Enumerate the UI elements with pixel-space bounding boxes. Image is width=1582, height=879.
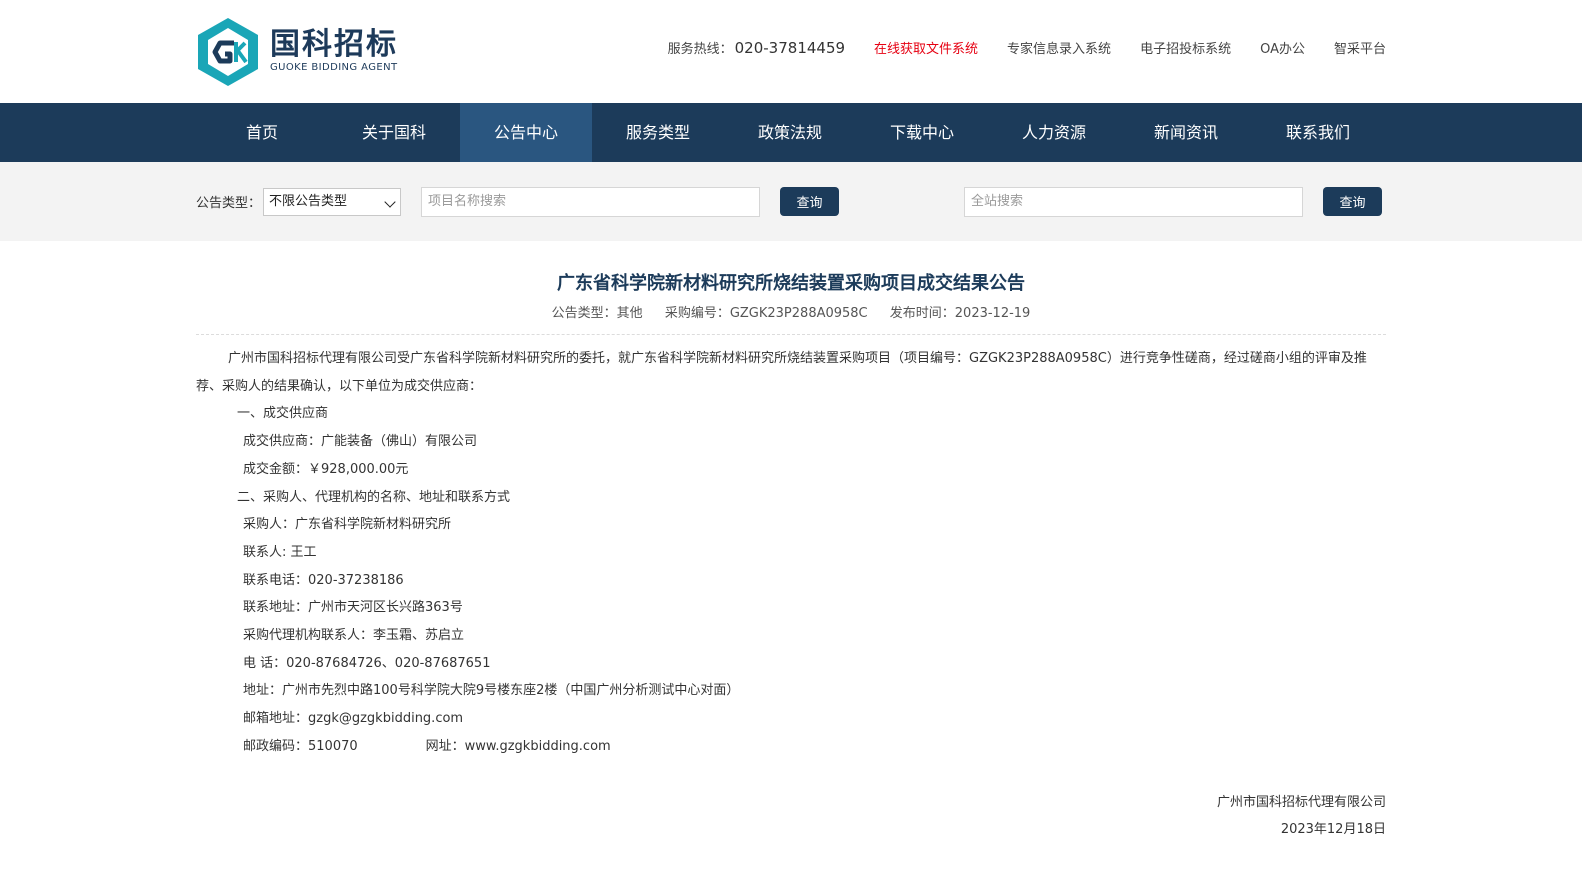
amount-line: 成交金额：￥928,000.00元 (243, 461, 409, 477)
supplier-line: 成交供应商：广能装备（佛山）有限公司 (243, 434, 478, 450)
search-bar: 公告类型： 不限公告类型 查询 查询 (0, 162, 1582, 241)
postcode-website-line: 邮政编码：510070 网址：www.gzgkbidding.com (196, 733, 1386, 761)
nav-item-policies[interactable]: 政策法规 (724, 103, 856, 162)
logo-chinese-name: 国科招标 (270, 26, 398, 62)
nav-item-about[interactable]: 关于国科 (328, 103, 460, 162)
purchaser-line: 采购人：广东省科学院新材料研究所 (243, 517, 452, 533)
website: 网址：www.gzgkbidding.com (425, 738, 611, 754)
hotline-label: 服务热线： (667, 42, 733, 57)
agent-contact-line: 采购代理机构联系人：李玉霜、苏启立 (243, 628, 465, 644)
nav-item-announcements[interactable]: 公告中心 (460, 103, 592, 162)
agent-phone-line: 电 话：020-87684726、020-87687651 (243, 655, 491, 671)
link-expert-registration[interactable]: 专家信息录入系统 (1007, 38, 1111, 57)
site-query-button[interactable]: 查询 (1323, 187, 1383, 216)
contact-phone-line: 联系电话：020-37238186 (243, 572, 404, 588)
section-heading-supplier: 一、成交供应商 (237, 406, 329, 422)
article-body: 广州市国科招标代理有限公司受广东省科学院新材料研究所的委托，就广东省科学院新材料… (196, 345, 1386, 761)
announcement-type-value: 不限公告类型 (269, 193, 348, 209)
guoke-logo-icon (198, 17, 258, 86)
intro-paragraph: 广州市国科招标代理有限公司受广东省科学院新材料研究所的委托，就广东省科学院新材料… (196, 351, 1367, 394)
postcode: 邮政编码：510070 (243, 738, 358, 754)
meta-date: 发布时间：2023-12-19 (889, 306, 1031, 321)
sign-date: 2023年12月18日 (1280, 822, 1386, 838)
site-header: 国科招标 GUOKE BIDDING AGENT 服务热线： 020-378144… (0, 0, 1582, 103)
signature-block: 广州市国科招标代理有限公司 2023年12月18日 (196, 789, 1386, 844)
link-oa-office[interactable]: OA办公 (1260, 38, 1305, 57)
announcement-type-label: 公告类型： (196, 196, 262, 211)
nav-item-services[interactable]: 服务类型 (592, 103, 724, 162)
announcement-type-select[interactable]: 不限公告类型 (263, 187, 402, 216)
nav-item-contact[interactable]: 联系我们 (1252, 103, 1384, 162)
project-search-input[interactable] (421, 186, 761, 217)
article-title: 广东省科学院新材料研究所烧结装置采购项目成交结果公告 (557, 273, 1025, 294)
article: 广东省科学院新材料研究所烧结装置采购项目成交结果公告 公告类型：其他 采购编号：… (0, 241, 1582, 844)
contact-person-line: 联系人: 王工 (243, 544, 317, 560)
section-heading-contacts: 二、采购人、代理机构的名称、地址和联系方式 (237, 489, 511, 505)
email-line: 邮箱地址：gzgk@gzgkbidding.com (243, 711, 464, 727)
nav-item-downloads[interactable]: 下载中心 (856, 103, 988, 162)
meta-code: 采购编号：GZGK23P288A0958C (664, 306, 868, 321)
link-smart-procurement[interactable]: 智采平台 (1334, 38, 1386, 57)
main-nav: 首页 关于国科 公告中心 服务类型 政策法规 下载中心 人力资源 新闻资讯 联系… (0, 103, 1582, 162)
nav-item-home[interactable]: 首页 (196, 103, 328, 162)
project-query-button[interactable]: 查询 (780, 187, 840, 216)
site-search-input[interactable] (964, 186, 1304, 217)
hotline-number: 020-37814459 (734, 39, 846, 57)
meta-type: 公告类型：其他 (551, 306, 643, 321)
agent-address-line: 地址：广州市先烈中路100号科学院大院9号楼东座2楼（中国广州分析测试中心对面） (243, 683, 740, 699)
sign-company: 广州市国科招标代理有限公司 (1216, 794, 1386, 810)
nav-item-hr[interactable]: 人力资源 (988, 103, 1120, 162)
logo-english-name: GUOKE BIDDING AGENT (270, 61, 398, 73)
top-links-bar: 服务热线： 020-37814459 在线获取文件系统 专家信息录入系统 电子招投… (668, 38, 1386, 57)
link-e-bidding-system[interactable]: 电子招投标系统 (1140, 38, 1231, 57)
nav-item-news[interactable]: 新闻资讯 (1120, 103, 1252, 162)
chevron-down-icon (384, 195, 396, 208)
site-logo[interactable]: 国科招标 GUOKE BIDDING AGENT (196, 16, 398, 88)
link-online-documents[interactable]: 在线获取文件系统 (874, 38, 978, 57)
contact-address-line: 联系地址：广州市天河区长兴路363号 (243, 600, 463, 616)
hotline: 服务热线： 020-37814459 (668, 38, 845, 57)
article-meta: 公告类型：其他 采购编号：GZGK23P288A0958C 发布时间：2023-… (196, 304, 1386, 335)
